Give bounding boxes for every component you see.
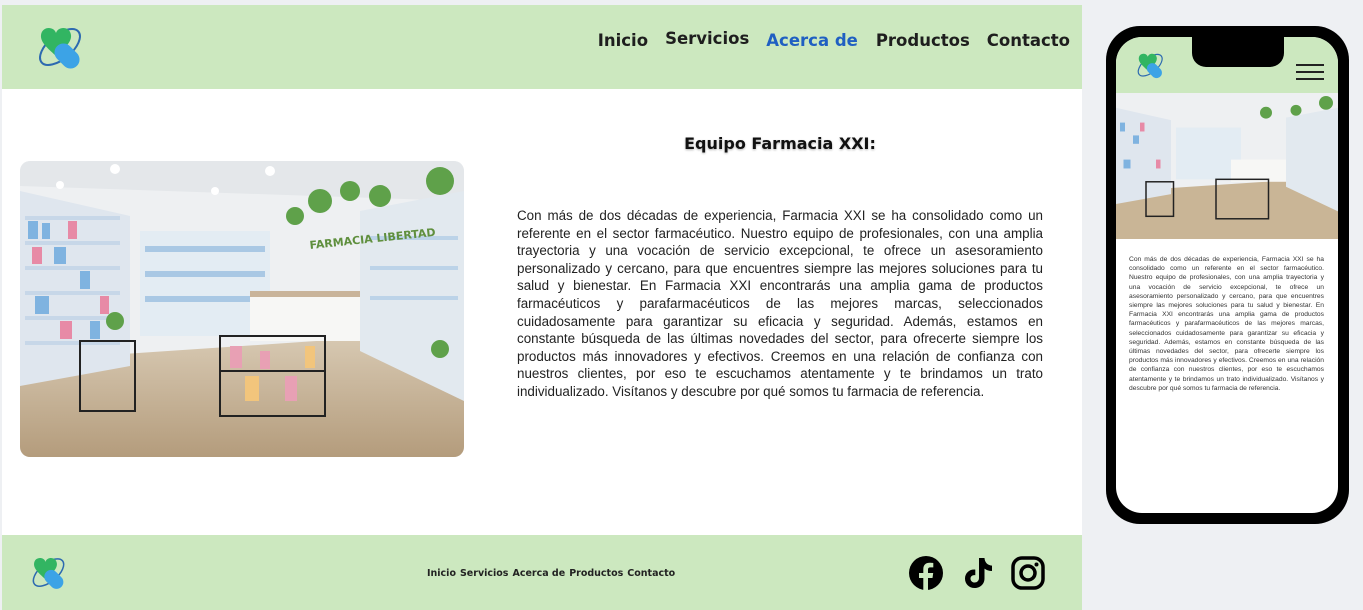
about-paragraph: Con más de dos décadas de experiencia, F… — [517, 208, 1043, 399]
footer-link-productos[interactable]: Productos — [569, 568, 623, 579]
footer-link-contacto[interactable]: Contacto — [627, 568, 675, 579]
footer-link-servicios[interactable]: Servicios — [460, 568, 509, 579]
facebook-icon[interactable] — [908, 555, 944, 591]
site-footer: Inicio Servicios Acerca de Productos Con… — [2, 535, 1082, 610]
nav-productos[interactable]: Productos — [876, 31, 970, 50]
nav-acerca-de[interactable]: Acerca de — [766, 31, 858, 50]
main-nav: Inicio Servicios Acerca de Productos Con… — [598, 29, 1070, 50]
phone-notch — [1192, 37, 1284, 67]
site-header: Inicio Servicios Acerca de Productos Con… — [2, 5, 1082, 89]
tiktok-icon[interactable] — [960, 555, 996, 591]
desktop-preview: Inicio Servicios Acerca de Productos Con… — [2, 5, 1082, 610]
nav-servicios[interactable]: Servicios — [665, 29, 749, 48]
footer-link-inicio[interactable]: Inicio — [427, 568, 456, 579]
heart-pill-logo-icon[interactable] — [27, 552, 67, 590]
heart-pill-logo-icon[interactable] — [32, 20, 84, 70]
nav-inicio[interactable]: Inicio — [598, 31, 648, 50]
mobile-screen: Con más de dos décadas de experiencia, F… — [1116, 37, 1338, 513]
pharmacy-interior-photo: FARMACIA LIBERTAD — [20, 161, 464, 457]
section-title: Equipo Farmacia XXI: — [684, 134, 876, 153]
about-section: FARMACIA LIBERTAD Equipo Farmacia XXI: C… — [2, 89, 1082, 535]
pharmacy-interior-photo — [1116, 93, 1338, 239]
hamburger-menu-icon[interactable] — [1296, 64, 1324, 80]
mobile-about-paragraph: Con más de dos décadas de experiencia, F… — [1129, 256, 1324, 392]
nav-contacto[interactable]: Contacto — [987, 31, 1070, 50]
footer-link-acerca-de[interactable]: Acerca de — [512, 568, 565, 579]
instagram-icon[interactable] — [1010, 555, 1046, 591]
mobile-preview-frame: Con más de dos décadas de experiencia, F… — [1106, 26, 1349, 524]
footer-nav: Inicio Servicios Acerca de Productos Con… — [427, 568, 675, 579]
heart-pill-logo-icon[interactable] — [1133, 49, 1165, 79]
